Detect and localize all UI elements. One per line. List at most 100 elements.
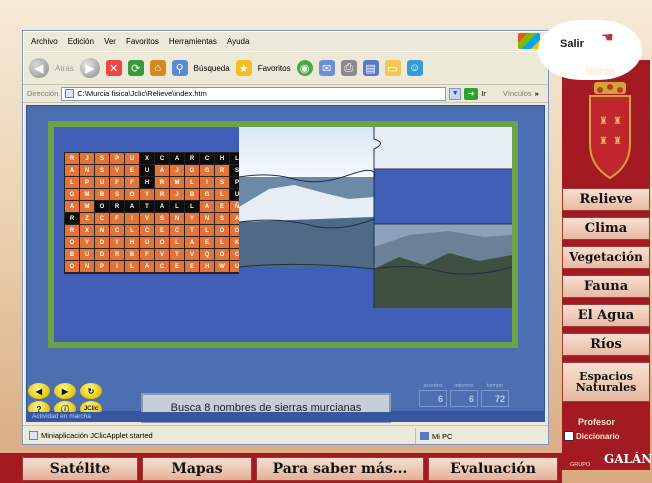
grid-letter[interactable]: E	[185, 261, 200, 273]
grid-letter[interactable]: H	[215, 153, 230, 165]
empty-slot[interactable]	[239, 267, 374, 308]
grid-letter[interactable]: B	[125, 249, 140, 261]
grid-letter[interactable]: Z	[80, 213, 95, 225]
grid-letter[interactable]: E	[155, 225, 170, 237]
refresh-icon[interactable]: ⟳	[127, 60, 144, 76]
nav-satelite[interactable]: Satélite	[22, 457, 138, 481]
grid-letter[interactable]: R	[155, 177, 170, 189]
grid-letter[interactable]: E	[200, 237, 215, 249]
grid-letter[interactable]: L	[125, 261, 140, 273]
nav-espacios-naturales[interactable]: Espacios Naturales	[562, 362, 650, 402]
menu-ver[interactable]: Ver	[104, 37, 116, 46]
links-label[interactable]: Vínculos	[503, 89, 532, 98]
grid-letter[interactable]: X	[140, 153, 155, 165]
address-input[interactable]: C:\Murcia fisica\Jclic\Relieve\index.htm	[61, 86, 447, 101]
next-activity-button[interactable]: ▶	[54, 383, 76, 399]
grid-letter[interactable]: V	[155, 249, 170, 261]
grid-letter[interactable]: F	[110, 213, 125, 225]
search-icon[interactable]: ⚲	[171, 60, 188, 76]
puzzle-piece[interactable]	[239, 127, 374, 177]
forward-button[interactable]: ▶	[79, 58, 100, 78]
nav-vegetacion[interactable]: Vegetación	[562, 246, 650, 269]
grid-letter[interactable]: S	[95, 165, 110, 177]
mountain-puzzle[interactable]	[239, 127, 512, 308]
nav-evaluacion[interactable]: Evaluación	[428, 457, 558, 481]
grid-letter[interactable]: M	[80, 201, 95, 213]
grid-letter[interactable]: H	[125, 237, 140, 249]
grid-letter[interactable]: A	[185, 237, 200, 249]
grid-letter[interactable]: W	[215, 261, 230, 273]
grid-letter[interactable]: M	[170, 177, 185, 189]
word-search-grid[interactable]: RJSPUXCARCHLANSVEUAJGGRSLPUFFHRMLISPGMBS…	[64, 152, 246, 274]
grid-letter[interactable]: L	[185, 177, 200, 189]
grid-letter[interactable]: C	[140, 225, 155, 237]
grid-letter[interactable]: B	[65, 249, 80, 261]
restart-button[interactable]: ↻	[80, 383, 102, 399]
grid-letter[interactable]: R	[110, 201, 125, 213]
chevron-right-icon[interactable]: »	[535, 89, 539, 98]
grid-letter[interactable]: T	[140, 201, 155, 213]
grid-letter[interactable]: O	[65, 261, 80, 273]
grid-letter[interactable]: O	[215, 249, 230, 261]
grid-letter[interactable]: S	[215, 177, 230, 189]
grid-letter[interactable]: F	[125, 177, 140, 189]
grid-letter[interactable]: O	[95, 201, 110, 213]
grid-letter[interactable]: U	[80, 249, 95, 261]
grid-letter[interactable]: U	[95, 177, 110, 189]
nav-para-saber-mas[interactable]: Para saber más...	[256, 457, 424, 481]
grid-letter[interactable]: O	[65, 237, 80, 249]
menu-archivo[interactable]: Archivo	[31, 37, 58, 46]
inicio-button[interactable]: Inicio	[586, 66, 615, 78]
favorites-icon[interactable]: ★	[235, 60, 252, 76]
grid-letter[interactable]: L	[215, 237, 230, 249]
grid-letter[interactable]: A	[200, 201, 215, 213]
grid-letter[interactable]: Q	[200, 249, 215, 261]
go-button[interactable]: Ir	[481, 89, 486, 98]
exit-hand-icon[interactable]: ☚	[601, 29, 614, 46]
menu-ayuda[interactable]: Ayuda	[227, 37, 250, 46]
grid-letter[interactable]: N	[170, 213, 185, 225]
grid-letter[interactable]: R	[155, 189, 170, 201]
coat-of-arms-icon[interactable]: ♜ ♜ ♜ ♜	[584, 82, 636, 182]
salir-button[interactable]: Salir	[560, 38, 584, 50]
grid-letter[interactable]: C	[95, 213, 110, 225]
favorites-label[interactable]: Favoritos	[258, 64, 291, 73]
nav-mapas[interactable]: Mapas	[142, 457, 252, 481]
grid-letter[interactable]: Y	[110, 237, 125, 249]
grid-letter[interactable]: J	[170, 189, 185, 201]
menu-favoritos[interactable]: Favoritos	[126, 37, 159, 46]
grid-letter[interactable]: U	[140, 237, 155, 249]
grid-letter[interactable]: L	[65, 177, 80, 189]
grid-letter[interactable]: R	[65, 225, 80, 237]
grid-letter[interactable]: A	[65, 165, 80, 177]
grid-letter[interactable]: C	[155, 153, 170, 165]
grid-letter[interactable]: L	[125, 225, 140, 237]
grid-letter[interactable]: R	[110, 249, 125, 261]
search-label[interactable]: Búsqueda	[194, 64, 230, 73]
grid-letter[interactable]: G	[185, 165, 200, 177]
menu-herramientas[interactable]: Herramientas	[169, 37, 217, 46]
grid-letter[interactable]: A	[155, 165, 170, 177]
grid-letter[interactable]: F	[140, 249, 155, 261]
grid-letter[interactable]: R	[65, 153, 80, 165]
grid-letter[interactable]: J	[170, 165, 185, 177]
empty-slot[interactable]	[374, 169, 512, 224]
grid-letter[interactable]: G	[200, 165, 215, 177]
grid-letter[interactable]: P	[80, 177, 95, 189]
grid-letter[interactable]: L	[215, 189, 230, 201]
nav-relieve[interactable]: Relieve	[562, 188, 650, 211]
nav-rios[interactable]: Ríos	[562, 333, 650, 356]
grid-letter[interactable]: J	[80, 153, 95, 165]
folder-icon[interactable]: ▭	[384, 60, 401, 76]
grid-letter[interactable]: T	[185, 225, 200, 237]
grid-letter[interactable]: A	[155, 201, 170, 213]
grid-letter[interactable]: R	[185, 153, 200, 165]
grid-letter[interactable]: S	[95, 153, 110, 165]
grid-letter[interactable]: G	[200, 189, 215, 201]
print-icon[interactable]: ⎙	[340, 60, 357, 76]
grid-letter[interactable]: L	[185, 201, 200, 213]
back-button[interactable]: ◀	[29, 58, 49, 78]
media-icon[interactable]: ◉	[296, 60, 313, 76]
grid-letter[interactable]: X	[80, 225, 95, 237]
grid-letter[interactable]: S	[110, 189, 125, 201]
